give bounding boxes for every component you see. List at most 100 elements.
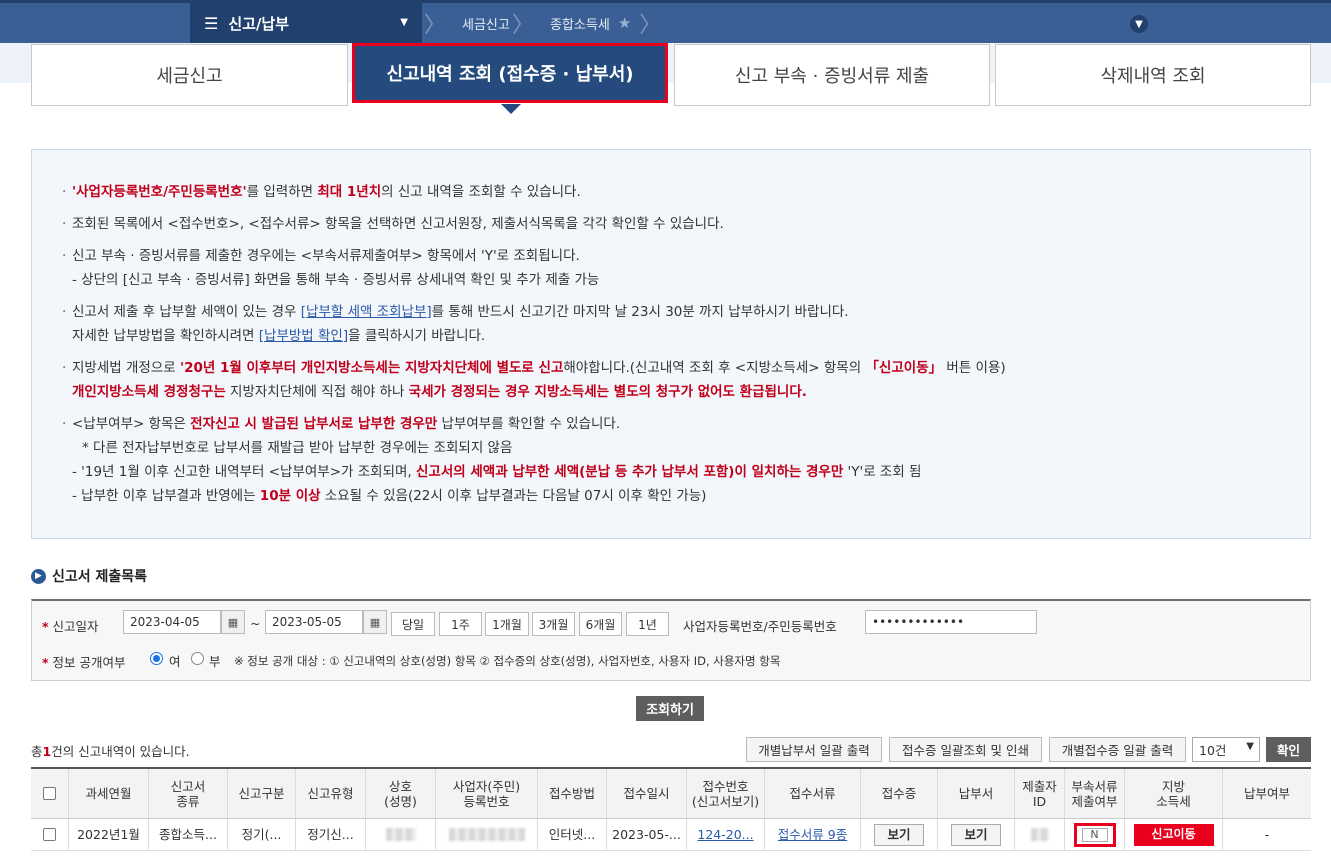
notice-subitem: - 납부한 이후 납부결과 반영에는 10분 이상 소요될 수 있음(22시 이… <box>72 488 707 504</box>
star-icon[interactable]: ★ <box>618 14 631 32</box>
period-1year-button[interactable]: 1년 <box>626 612 669 636</box>
col-header: 납부여부 <box>1243 786 1290 801</box>
pay-inquiry-link[interactable]: [납부할 세액 조회납부] <box>301 304 432 320</box>
date-from-input[interactable]: 2023-04-05 <box>123 610 221 634</box>
breadcrumb-tax-report[interactable]: 〉 세금신고 <box>424 3 510 43</box>
col-header: 상호 (성명) <box>366 769 436 818</box>
breadcrumb-label: 세금신고 <box>462 17 510 33</box>
tab-label: 신고 부속 · 증빙서류 제출 <box>734 66 930 87</box>
local-tax-move-button[interactable]: 신고이동 <box>1133 823 1214 846</box>
report-type-cell: 종합소득... <box>149 819 228 850</box>
attachment-status: N <box>1081 827 1108 842</box>
top-nav-bar: ☰ 신고/납부 ▼ 〉 세금신고 〉 종합소득세 ★ 〉 ▼ <box>0 0 1331 43</box>
division-cell: 정기(... <box>228 819 296 850</box>
print-receipt-button[interactable]: 개별접수증 일괄 출력 <box>1049 737 1186 762</box>
notice-item: <납부여부> 항목은 전자신고 시 발급된 납부서로 납부한 경우만 납부여부를… <box>62 412 1310 436</box>
public-label: * 정보 공개여부 <box>42 655 126 670</box>
col-header: 접수일시 <box>607 769 687 818</box>
calendar-icon[interactable]: ▦ <box>363 610 387 634</box>
period-1week-button[interactable]: 1주 <box>439 612 482 636</box>
result-count: 총1건의 신고내역이 있습니다. <box>31 744 190 759</box>
expand-down-icon[interactable]: ▼ <box>1130 15 1148 33</box>
date-label: * 신고일자 <box>42 619 99 634</box>
tab-label: 세금신고 <box>156 66 223 87</box>
receipt-cell: 보기 <box>861 819 938 850</box>
col-header: 접수서류 <box>765 769 861 818</box>
view-payment-button[interactable]: 보기 <box>951 823 1001 846</box>
tab-tax-report[interactable]: 세금신고 <box>31 44 348 106</box>
kind-cell: 정기신... <box>296 819 366 850</box>
col-header: 접수방법 <box>538 769 607 818</box>
menu-select[interactable]: ☰ 신고/납부 ▼ <box>190 3 422 43</box>
name-cell <box>366 819 436 850</box>
notice-subitem: 자세한 납부방법을 확인하시려면 [납부방법 확인]을 클릭하시기 바랍니다. <box>72 328 486 344</box>
table-header: 과세연월 신고서 종류 신고구분 신고유형 상호 (성명) 사업자(주민) 등록번호 … <box>31 769 1311 819</box>
col-header: 접수증 <box>861 769 938 818</box>
public-yes-radio[interactable] <box>150 652 163 665</box>
attachment-status-highlight: N <box>1073 822 1116 847</box>
row-select-cell <box>31 819 69 850</box>
notice-subitem: * 다른 전자납부번호로 납부서를 재발급 받아 납부한 경우에는 조회되지 않… <box>82 440 513 456</box>
notice-box: '사업자등록번호/주민등록번호'를 입력하면 최대 1년치의 신고 내역을 조회… <box>31 149 1311 539</box>
notice-item: 신고 부속 · 증빙서류를 제출한 경우에는 <부속서류제출여부> 항목에서 '… <box>62 244 1310 268</box>
documents-cell: 접수서류 9종 <box>765 819 861 850</box>
public-note: ※ 정보 공개 대상 : ① 신고내역의 상호(성명) 항목 ② 접수증의 상호… <box>234 654 781 668</box>
tab-deleted-history[interactable]: 삭제내역 조회 <box>995 44 1311 106</box>
search-form: * 신고일자 2023-04-05 ▦ ~ 2023-05-05 ▦ 당일 1주 … <box>31 599 1311 681</box>
select-all-checkbox[interactable] <box>43 787 56 800</box>
col-header: 과세연월 <box>69 769 149 818</box>
col-header: 제출자 ID <box>1015 769 1065 818</box>
period-1month-button[interactable]: 1개월 <box>485 612 529 636</box>
attachment-cell: N <box>1065 819 1125 850</box>
notice-item: 조회된 목록에서 <접수번호>, <접수서류> 항목을 선택하면 신고서원장, … <box>62 212 1310 236</box>
section-title: ▶ 신고서 제출목록 <box>31 566 147 586</box>
print-payment-button[interactable]: 개별납부서 일괄 출력 <box>746 737 882 762</box>
period-today-button[interactable]: 당일 <box>391 612 435 636</box>
tab-label: 신고내역 조회 (접수증 · 납부서) <box>386 64 634 85</box>
page-size-select[interactable]: 10건 ▼ <box>1192 737 1260 762</box>
period-6month-button[interactable]: 6개월 <box>579 612 622 636</box>
id-number-cell <box>436 819 538 850</box>
period-3month-button[interactable]: 3개월 <box>532 612 575 636</box>
arrow-right-icon: ▶ <box>31 568 46 584</box>
tab-label: 삭제내역 조회 <box>1100 66 1206 87</box>
id-number-input[interactable]: ••••••••••••• <box>865 610 1037 634</box>
notice-item: 신고서 제출 후 납부할 세액이 있는 경우 [납부할 세액 조회납부]를 통해… <box>62 300 1310 324</box>
col-header: 부속서류 제출여부 <box>1065 769 1125 818</box>
tab-report-history[interactable]: 신고내역 조회 (접수증 · 납부서) <box>352 43 668 103</box>
public-no-label: 부 <box>209 654 221 669</box>
col-header: 납부서 <box>938 769 1015 818</box>
hamburger-icon: ☰ <box>204 13 219 33</box>
masked-submitter <box>1030 828 1049 841</box>
receipt-inquiry-button[interactable]: 접수증 일괄조회 및 인쇄 <box>889 737 1042 762</box>
notice-item: 지방세법 개정으로 '20년 1월 이후부터 개인지방소득세는 지방자치단체에 … <box>62 356 1310 380</box>
chevron-right-icon: 〉 <box>512 13 535 38</box>
col-header: 지방 소득세 <box>1125 769 1223 818</box>
documents-link[interactable]: 접수서류 9종 <box>778 827 847 842</box>
id-label: 사업자등록번호/주민등록번호 <box>683 619 837 634</box>
report-table: 과세연월 신고서 종류 신고구분 신고유형 상호 (성명) 사업자(주민) 등록번호 … <box>31 767 1311 851</box>
row-checkbox[interactable] <box>43 828 56 841</box>
breadcrumb-label: 종합소득세 <box>550 17 610 33</box>
confirm-button[interactable]: 확인 <box>1266 737 1311 762</box>
col-header: 사업자(주민) 등록번호 <box>436 769 538 818</box>
receipt-number-link[interactable]: 124-20... <box>697 827 753 842</box>
date-to-input[interactable]: 2023-05-05 <box>265 610 363 634</box>
period-cell: 2022년1월 <box>69 819 149 850</box>
pay-method-link[interactable]: [납부방법 확인] <box>259 328 348 344</box>
chevron-right-icon: 〉 <box>639 13 662 38</box>
public-no-radio[interactable] <box>191 652 204 665</box>
datetime-cell: 2023-05-... <box>607 819 687 850</box>
tab-attachments[interactable]: 신고 부속 · 증빙서류 제출 <box>674 44 990 106</box>
chevron-down-icon: ▼ <box>1246 741 1254 752</box>
col-header: 신고서 종류 <box>149 769 228 818</box>
notice-item: '사업자등록번호/주민등록번호'를 입력하면 최대 1년치의 신고 내역을 조회… <box>62 180 1310 204</box>
calendar-icon[interactable]: ▦ <box>221 610 245 634</box>
masked-id <box>448 828 525 841</box>
search-button[interactable]: 조회하기 <box>636 696 704 721</box>
chevron-right-icon: 〉 <box>424 13 447 38</box>
notice-subitem: 개인지방소득세 경정청구는 지방자치단체에 직접 해야 하나 국세가 경정되는 … <box>72 384 807 400</box>
view-receipt-button[interactable]: 보기 <box>874 823 924 846</box>
breadcrumb-income-tax[interactable]: 〉 종합소득세 ★ 〉 <box>512 3 677 43</box>
caret-down-icon: ▼ <box>400 17 408 28</box>
